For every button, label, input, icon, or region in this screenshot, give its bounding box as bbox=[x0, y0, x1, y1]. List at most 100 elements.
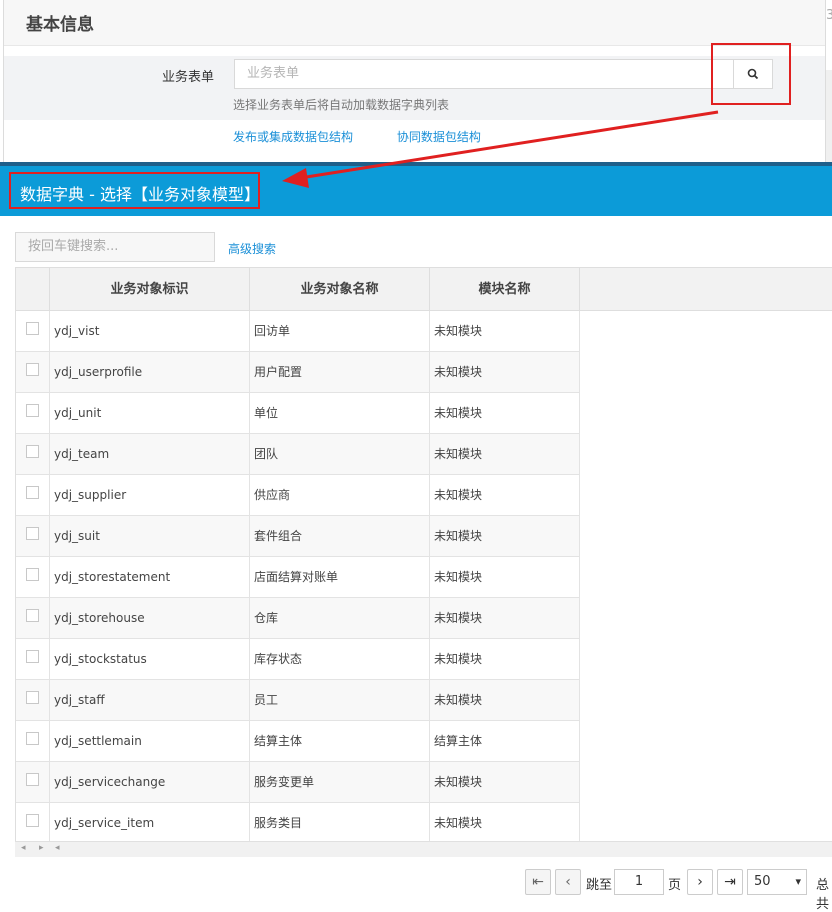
table-row[interactable]: ydj_userprofile 用户配置 未知模块 bbox=[16, 352, 580, 393]
cell-module-name: 未知模块 bbox=[430, 803, 580, 843]
table-row[interactable]: ydj_team 团队 未知模块 bbox=[16, 434, 580, 475]
first-page-button[interactable]: ⇤ bbox=[525, 869, 551, 895]
cell-object-name: 店面结算对账单 bbox=[250, 557, 430, 597]
row-checkbox-cell[interactable] bbox=[16, 762, 50, 802]
next-page-button[interactable]: › bbox=[687, 869, 713, 895]
table-row[interactable]: ydj_stockstatus 库存状态 未知模块 bbox=[16, 639, 580, 680]
prev-page-button[interactable]: ‹ bbox=[555, 869, 581, 895]
link-row: 发布或集成数据包结构 协同数据包结构 bbox=[233, 128, 521, 145]
header-object-id[interactable]: 业务对象标识 bbox=[50, 268, 250, 311]
cell-module-name: 未知模块 bbox=[430, 680, 580, 720]
header-module-name[interactable]: 模块名称 bbox=[430, 268, 580, 311]
cell-object-id: ydj_stockstatus bbox=[50, 639, 250, 679]
row-checkbox[interactable] bbox=[26, 322, 39, 335]
row-checkbox-cell[interactable] bbox=[16, 598, 50, 638]
table-row[interactable]: ydj_staff 员工 未知模块 bbox=[16, 680, 580, 721]
table-row[interactable]: ydj_servicechange 服务变更单 未知模块 bbox=[16, 762, 580, 803]
business-form-label: 业务表单 bbox=[161, 70, 214, 85]
scroll-left-icon[interactable]: ◂ bbox=[21, 843, 26, 853]
table-row[interactable]: ydj_vist 回访单 未知模块 bbox=[16, 311, 580, 352]
table-row[interactable]: ydj_storehouse 仓库 未知模块 bbox=[16, 598, 580, 639]
row-checkbox-cell[interactable] bbox=[16, 680, 50, 720]
cell-object-id: ydj_staff bbox=[50, 680, 250, 720]
scroll-right-icon[interactable]: ▸ bbox=[39, 843, 44, 853]
row-checkbox-cell[interactable] bbox=[16, 311, 50, 351]
highlight-box-search bbox=[711, 43, 791, 105]
cell-object-name: 服务变更单 bbox=[250, 762, 430, 802]
row-checkbox[interactable] bbox=[26, 527, 39, 540]
goto-label: 跳至 bbox=[586, 878, 613, 893]
header-checkbox-cell bbox=[16, 268, 50, 311]
row-checkbox[interactable] bbox=[26, 609, 39, 622]
panel-title: 基本信息 bbox=[4, 0, 825, 46]
cell-module-name: 未知模块 bbox=[430, 352, 580, 392]
last-page-button[interactable]: ⇥ bbox=[717, 869, 743, 895]
row-checkbox[interactable] bbox=[26, 732, 39, 745]
data-table: 业务对象标识 业务对象名称 模块名称 ydj_vist 回访单 未知模块 ydj_us… bbox=[15, 267, 832, 857]
cell-module-name: 未知模块 bbox=[430, 639, 580, 679]
cell-module-name: 未知模块 bbox=[430, 557, 580, 597]
cell-object-id: ydj_settlemain bbox=[50, 721, 250, 761]
row-checkbox-cell[interactable] bbox=[16, 475, 50, 515]
cell-object-id: ydj_service_item bbox=[50, 803, 250, 843]
cell-object-id: ydj_storestatement bbox=[50, 557, 250, 597]
cell-object-id: ydj_servicechange bbox=[50, 762, 250, 802]
row-checkbox[interactable] bbox=[26, 404, 39, 417]
row-checkbox-cell[interactable] bbox=[16, 639, 50, 679]
total-label: 总共 bbox=[816, 878, 830, 912]
row-checkbox[interactable] bbox=[26, 568, 39, 581]
cell-object-id: ydj_unit bbox=[50, 393, 250, 433]
cell-module-name: 未知模块 bbox=[430, 598, 580, 638]
chevron-down-icon: ▾ bbox=[795, 875, 801, 888]
cell-module-name: 未知模块 bbox=[430, 434, 580, 474]
form-hint: 选择业务表单后将自动加载数据字典列表 bbox=[233, 98, 450, 112]
row-checkbox[interactable] bbox=[26, 650, 39, 663]
table-row[interactable]: ydj_service_item 服务类目 未知模块 bbox=[16, 803, 580, 844]
row-checkbox[interactable] bbox=[26, 773, 39, 786]
row-checkbox[interactable] bbox=[26, 486, 39, 499]
row-checkbox[interactable] bbox=[26, 445, 39, 458]
edge-bar bbox=[826, 70, 832, 165]
basic-info-panel: 基本信息 业务表单 业务表单 选择业务表单后将自动加载数据字典列表 发布或集成数… bbox=[3, 0, 826, 166]
cell-object-name: 团队 bbox=[250, 434, 430, 474]
cell-object-id: ydj_suit bbox=[50, 516, 250, 556]
cell-object-name: 单位 bbox=[250, 393, 430, 433]
row-checkbox[interactable] bbox=[26, 363, 39, 376]
row-checkbox-cell[interactable] bbox=[16, 393, 50, 433]
table-row[interactable]: ydj_storestatement 店面结算对账单 未知模块 bbox=[16, 557, 580, 598]
cell-object-name: 套件组合 bbox=[250, 516, 430, 556]
search-input[interactable]: 按回车键搜索... bbox=[15, 232, 215, 262]
cell-module-name: 未知模块 bbox=[430, 762, 580, 802]
table-row[interactable]: ydj_supplier 供应商 未知模块 bbox=[16, 475, 580, 516]
page-size-select[interactable]: 50 ▾ bbox=[747, 869, 807, 895]
publish-link[interactable]: 发布或集成数据包结构 bbox=[233, 130, 353, 144]
row-checkbox-cell[interactable] bbox=[16, 803, 50, 843]
advanced-search-link[interactable]: 高级搜索 bbox=[228, 240, 276, 257]
cell-object-name: 结算主体 bbox=[250, 721, 430, 761]
row-checkbox[interactable] bbox=[26, 691, 39, 704]
page-input[interactable]: 1 bbox=[614, 869, 664, 895]
table-header: 业务对象标识 业务对象名称 模块名称 bbox=[16, 268, 832, 311]
cell-module-name: 未知模块 bbox=[430, 393, 580, 433]
header-object-name[interactable]: 业务对象名称 bbox=[250, 268, 430, 311]
scroll-left-small-icon[interactable]: ◂ bbox=[55, 843, 60, 853]
table-row[interactable]: ydj_unit 单位 未知模块 bbox=[16, 393, 580, 434]
business-form-input[interactable]: 业务表单 bbox=[234, 59, 734, 89]
cell-object-name: 库存状态 bbox=[250, 639, 430, 679]
row-checkbox-cell[interactable] bbox=[16, 721, 50, 761]
cell-module-name: 未知模块 bbox=[430, 516, 580, 556]
cell-object-id: ydj_storehouse bbox=[50, 598, 250, 638]
row-checkbox-cell[interactable] bbox=[16, 516, 50, 556]
horizontal-scrollbar[interactable]: ◂ ▸ ◂ bbox=[15, 841, 832, 857]
row-checkbox[interactable] bbox=[26, 814, 39, 827]
table-row[interactable]: ydj_settlemain 结算主体 结算主体 bbox=[16, 721, 580, 762]
cell-object-name: 供应商 bbox=[250, 475, 430, 515]
collab-link[interactable]: 协同数据包结构 bbox=[397, 130, 481, 144]
row-checkbox-cell[interactable] bbox=[16, 434, 50, 474]
table-row[interactable]: ydj_suit 套件组合 未知模块 bbox=[16, 516, 580, 557]
row-checkbox-cell[interactable] bbox=[16, 352, 50, 392]
row-checkbox-cell[interactable] bbox=[16, 557, 50, 597]
cell-module-name: 结算主体 bbox=[430, 721, 580, 761]
edge-text: 3 bbox=[826, 8, 832, 23]
cell-module-name: 未知模块 bbox=[430, 311, 580, 351]
